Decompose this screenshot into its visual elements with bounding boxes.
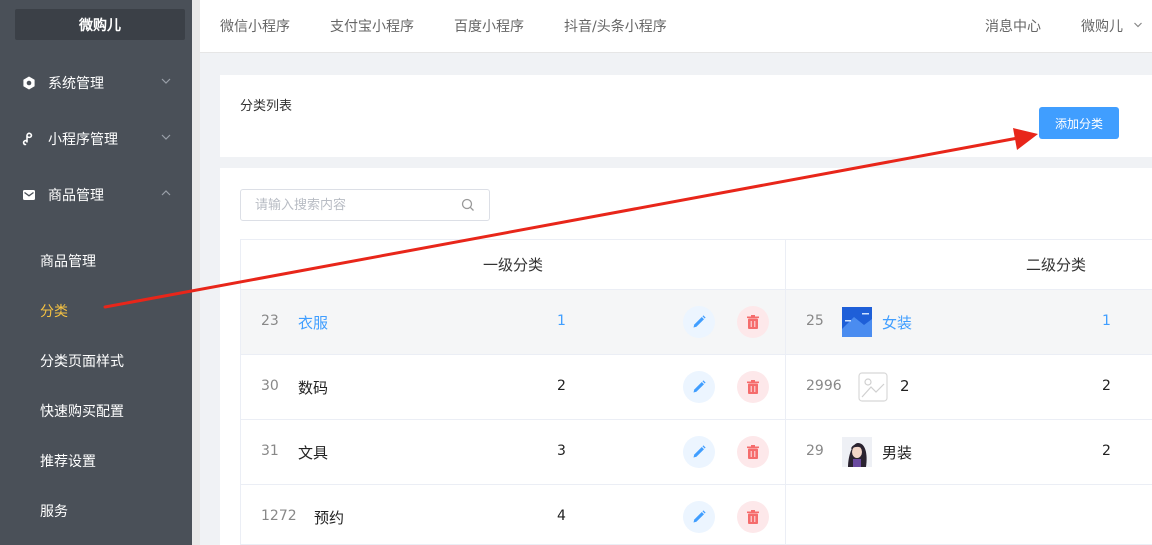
row-sort: 1 [557, 313, 566, 329]
sidebar-item-category-style[interactable]: 分类页面样式 [0, 336, 192, 386]
add-category-button[interactable]: 添加分类 [1039, 107, 1119, 139]
link-icon [22, 132, 36, 146]
row-name[interactable]: 数码 [298, 377, 328, 398]
chevron-down-icon [160, 131, 172, 143]
chevron-down-icon [160, 75, 172, 87]
trash-icon [747, 380, 759, 394]
category-thumbnail [842, 437, 872, 467]
edit-button[interactable] [683, 501, 715, 533]
sidebar-item-service[interactable]: 服务 [0, 486, 192, 536]
sidebar-item-quick-buy[interactable]: 快速购买配置 [0, 386, 192, 436]
brand-logo: 微购儿 [15, 9, 185, 40]
image-placeholder-icon [858, 372, 888, 402]
table-row[interactable]: 30 数码 2 [241, 355, 785, 420]
sidebar-item-products[interactable]: 商品管理 [0, 236, 192, 286]
trash-icon [747, 445, 759, 459]
edit-button[interactable] [683, 371, 715, 403]
row-id: 30 [261, 378, 279, 394]
delete-button[interactable] [737, 501, 769, 533]
sidebar-group-label: 商品管理 [48, 188, 104, 204]
delete-button[interactable] [737, 436, 769, 468]
row-id: 29 [806, 443, 824, 459]
table-row[interactable]: 31 文具 3 [241, 420, 785, 485]
pencil-icon [693, 315, 706, 328]
row-id: 2996 [806, 378, 842, 394]
row-name[interactable]: 女装 [882, 312, 912, 333]
edit-button[interactable] [683, 306, 715, 338]
table-row[interactable]: 25 女装 1 [786, 290, 1152, 355]
delete-button[interactable] [737, 371, 769, 403]
table-row[interactable]: 1272 预约 4 [241, 485, 785, 545]
header-card: 分类列表 添加分类 [220, 75, 1152, 157]
row-sort: 1 [1102, 313, 1111, 329]
tab-alipay[interactable]: 支付宝小程序 [330, 16, 414, 36]
page-title: 分类列表 [240, 99, 293, 114]
row-id: 1272 [261, 508, 297, 524]
search-input[interactable] [255, 196, 455, 214]
row-id: 23 [261, 313, 279, 329]
sidebar-scrollbar[interactable] [192, 0, 200, 545]
row-name[interactable]: 2 [900, 377, 910, 395]
trash-icon [747, 510, 759, 524]
delete-button[interactable] [737, 306, 769, 338]
table-row[interactable]: 29 男装 2 [786, 420, 1152, 485]
user-menu[interactable]: 微购儿 [1081, 16, 1143, 36]
row-name[interactable]: 预约 [314, 507, 344, 528]
edit-button[interactable] [683, 436, 715, 468]
sidebar: 微购儿 系统管理 小程序管理 商品管理 商品管理 分类 分类页面样式 快速购买配… [0, 0, 192, 545]
chevron-up-icon [160, 187, 172, 199]
row-id: 25 [806, 313, 824, 329]
category-thumbnail [842, 307, 872, 337]
row-sort: 2 [1102, 443, 1111, 459]
sidebar-group-miniapp[interactable]: 小程序管理 [0, 111, 192, 167]
row-id: 31 [261, 443, 279, 459]
hexagon-icon [22, 76, 36, 90]
row-name[interactable]: 文具 [298, 442, 328, 463]
row-sort: 2 [557, 378, 566, 394]
row-name[interactable]: 衣服 [298, 312, 328, 333]
content-card: 一级分类 23 衣服 1 30 数码 2 31 文具 [220, 168, 1152, 545]
chevron-down-icon [1134, 22, 1143, 28]
user-name: 微购儿 [1081, 19, 1123, 35]
row-sort: 3 [557, 443, 566, 459]
table-row[interactable]: 23 衣服 1 [241, 290, 785, 355]
top-nav: 微信小程序 支付宝小程序 百度小程序 抖音/头条小程序 消息中心 微购儿 [200, 0, 1152, 53]
sidebar-item-recommend[interactable]: 推荐设置 [0, 436, 192, 486]
pencil-icon [693, 445, 706, 458]
sidebar-group-label: 小程序管理 [48, 132, 118, 148]
level2-category-column: 二级分类 25 女装 1 2996 2 2 29 男装 2 [785, 239, 1152, 545]
mail-icon [22, 188, 36, 202]
level2-header: 二级分类 [786, 240, 1152, 290]
messages-link[interactable]: 消息中心 [985, 16, 1041, 36]
sidebar-group-products[interactable]: 商品管理 [0, 167, 192, 223]
row-name[interactable]: 男装 [882, 442, 912, 463]
pencil-icon [693, 380, 706, 393]
level1-header: 一级分类 [241, 240, 785, 290]
level1-category-column: 一级分类 23 衣服 1 30 数码 2 31 文具 3 1272 预约 4 [240, 239, 786, 545]
pencil-icon [693, 510, 706, 523]
table-row[interactable]: 2996 2 2 [786, 355, 1152, 420]
tab-wechat[interactable]: 微信小程序 [220, 16, 290, 36]
tab-douyin[interactable]: 抖音/头条小程序 [564, 16, 667, 36]
row-sort: 2 [1102, 378, 1111, 394]
sidebar-item-category[interactable]: 分类 [0, 286, 192, 336]
search-icon[interactable] [461, 198, 475, 212]
tab-baidu[interactable]: 百度小程序 [454, 16, 524, 36]
sidebar-group-label: 系统管理 [48, 76, 104, 92]
search-box[interactable] [240, 189, 490, 221]
trash-icon [747, 315, 759, 329]
sidebar-group-system[interactable]: 系统管理 [0, 55, 192, 111]
row-sort: 4 [557, 508, 566, 524]
